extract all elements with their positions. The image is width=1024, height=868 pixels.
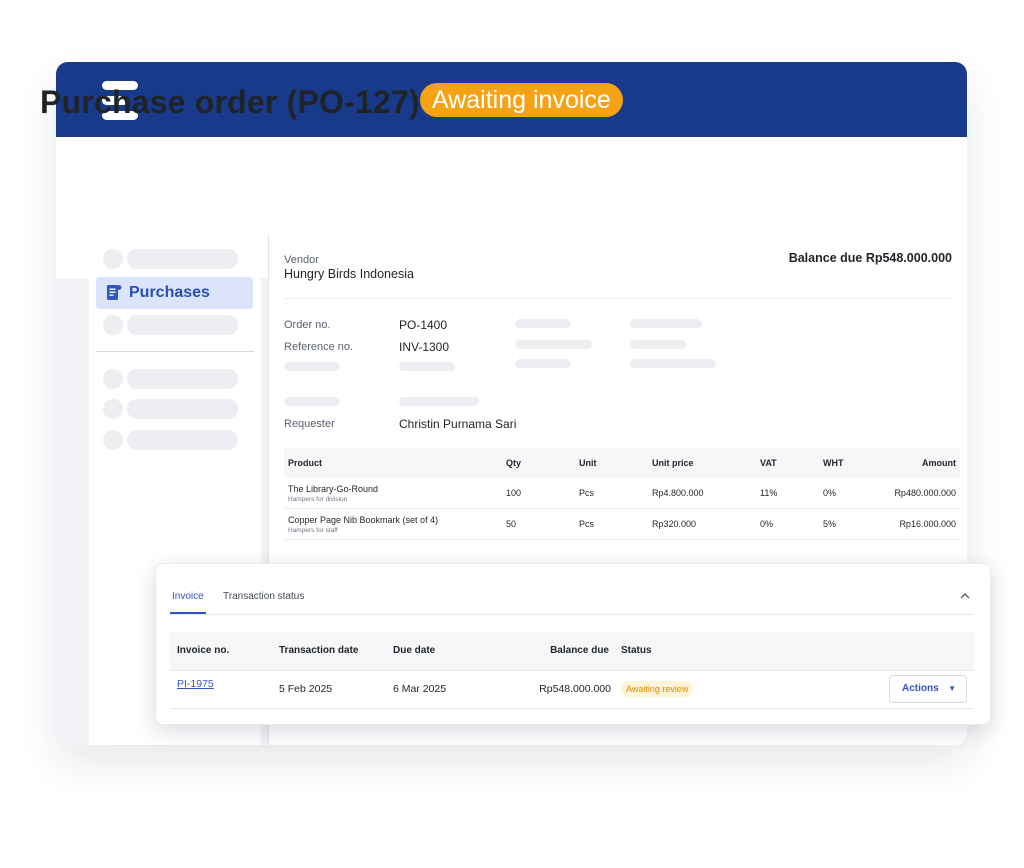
chevron-up-icon[interactable] (958, 589, 972, 603)
column-header: Qty (502, 448, 575, 478)
placeholder-line (630, 359, 716, 368)
tabs-divider (170, 614, 974, 615)
qty-cell: 100 (502, 478, 575, 509)
product-cell: The Library-Go-Round Hampers for divisio… (284, 478, 502, 509)
placeholder-line (630, 319, 702, 328)
reference-no-value: INV-1300 (399, 340, 450, 354)
column-header: Invoice no. (177, 645, 230, 656)
unit-price-cell: Rp320.000 (648, 508, 756, 540)
placeholder-line (284, 362, 340, 371)
product-name: Copper Page Nib Bookmark (set of 4) (288, 514, 439, 525)
placeholder-line (515, 359, 571, 368)
invoice-balance-due: Rp548.000.000 (539, 683, 611, 695)
placeholder-icon (103, 430, 123, 450)
vendor-label: Vendor (284, 254, 319, 266)
placeholder-line (630, 340, 686, 349)
placeholder-bar (127, 315, 238, 335)
wht-cell: 5% (819, 508, 882, 540)
row-divider (170, 708, 974, 709)
status-badge: Awaiting invoice (420, 83, 623, 117)
placeholder-icon (103, 315, 123, 335)
amount-cell: Rp480.000.000 (882, 478, 960, 509)
invoice-status-badge: Awaiting review (621, 681, 694, 697)
vendor-name: Hungry Birds Indonesia (284, 267, 414, 281)
section-divider (284, 298, 952, 299)
placeholder-line (399, 362, 455, 371)
product-note: Hampers for division (288, 495, 348, 503)
column-header: Unit (575, 448, 648, 478)
placeholder-bar (127, 430, 238, 450)
placeholder-line (515, 319, 571, 328)
transaction-date: 5 Feb 2025 (279, 683, 333, 695)
column-header: Product (284, 448, 502, 478)
column-header: Transaction date (279, 645, 359, 656)
placeholder-bar (127, 399, 238, 419)
balance-due: Balance due Rp548.000.000 (788, 251, 952, 265)
column-header: Amount (882, 448, 960, 478)
table-row[interactable]: Copper Page Nib Bookmark (set of 4) Hamp… (284, 508, 960, 540)
placeholder-bar (127, 249, 238, 269)
placeholder-line (515, 340, 592, 349)
sidebar-item-label: Purchases (129, 284, 210, 301)
due-date: 6 Mar 2025 (393, 683, 447, 695)
unit-cell: Pcs (575, 508, 648, 540)
column-header: VAT (756, 448, 819, 478)
column-header: Unit price (648, 448, 756, 478)
column-header: WHT (819, 448, 882, 478)
product-note: Hampers for staff (288, 526, 338, 534)
reference-no-label: Reference no. (284, 341, 354, 353)
actions-label: Actions (902, 683, 939, 694)
unit-price-cell: Rp4.800.000 (648, 478, 756, 509)
requester-label: Requester (284, 418, 335, 430)
column-header: Balance due (550, 645, 609, 656)
invoice-number-link[interactable]: PI-1975 (177, 678, 214, 690)
requester-value: Christin Purnama Sari (399, 417, 517, 431)
column-header: Status (621, 645, 652, 656)
qty-cell: 50 (502, 508, 575, 540)
vat-cell: 11% (756, 478, 819, 509)
placeholder-icon (103, 369, 123, 389)
placeholder-line (399, 397, 479, 406)
tab-invoice[interactable]: Invoice (172, 591, 204, 602)
receipt-icon (107, 285, 122, 300)
table-row[interactable]: The Library-Go-Round Hampers for divisio… (284, 478, 960, 509)
column-header: Due date (393, 645, 436, 656)
placeholder-bar (127, 369, 238, 389)
items-table: Product Qty Unit Unit price VAT WHT Amou… (284, 448, 960, 540)
product-cell: Copper Page Nib Bookmark (set of 4) Hamp… (284, 508, 502, 540)
caret-down-icon: ▼ (948, 684, 956, 693)
sidebar-divider (96, 351, 254, 352)
page-title: Purchase order (PO-127) (40, 84, 420, 120)
placeholder-line (284, 397, 340, 406)
actions-button[interactable]: Actions ▼ (889, 675, 967, 703)
invoice-table-header: Invoice no. Transaction date Due date Ba… (170, 632, 974, 671)
product-name: The Library-Go-Round (288, 483, 379, 494)
order-no-label: Order no. (284, 319, 331, 331)
vat-cell: 0% (756, 508, 819, 540)
invoice-panel: Invoice Transaction status Invoice no. T… (155, 563, 991, 725)
tab-transaction-status[interactable]: Transaction status (223, 591, 304, 602)
amount-cell: Rp16.000.000 (882, 508, 960, 540)
wht-cell: 0% (819, 478, 882, 509)
table-header-row: Product Qty Unit Unit price VAT WHT Amou… (284, 448, 960, 478)
placeholder-icon (103, 249, 123, 269)
sidebar-item-purchases[interactable]: Purchases (96, 277, 253, 309)
placeholder-icon (103, 399, 123, 419)
unit-cell: Pcs (575, 478, 648, 509)
order-no-value: PO-1400 (399, 318, 448, 332)
